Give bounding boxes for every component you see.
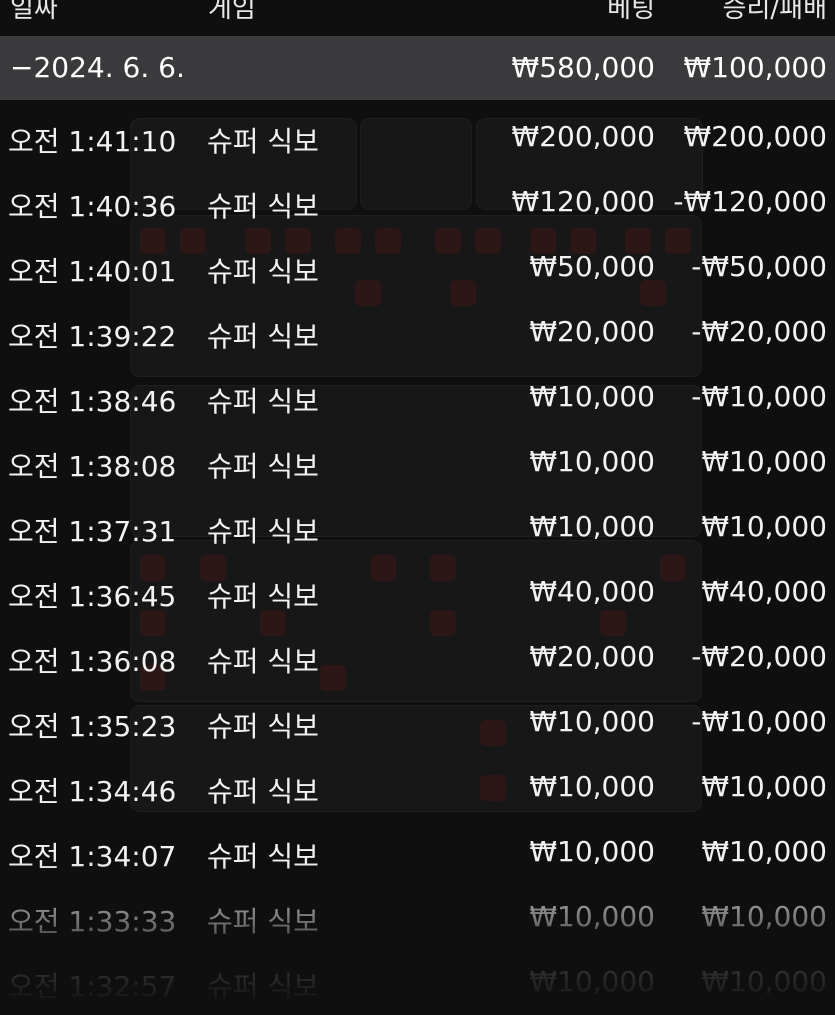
table-row[interactable]: 오전 1:38:08 슈퍼 식보 ₩10,000 ₩10,000 <box>0 430 835 495</box>
row-time: 오전 1:32:57 <box>8 970 177 1003</box>
row-game: 슈퍼 식보 <box>207 125 319 158</box>
table-row[interactable]: 오전 1:38:46 슈퍼 식보 ₩10,000 -₩10,000 <box>0 365 835 430</box>
group-date: −2024. 6. 6. <box>10 51 185 84</box>
row-result: -₩10,000 <box>691 705 827 738</box>
row-game: 슈퍼 식보 <box>207 970 319 1003</box>
table-row[interactable]: 오전 1:39:22 슈퍼 식보 ₩20,000 -₩20,000 <box>0 300 835 365</box>
table-row[interactable]: 오전 1:40:01 슈퍼 식보 ₩50,000 -₩50,000 <box>0 235 835 300</box>
table-row[interactable]: 오전 1:36:45 슈퍼 식보 ₩40,000 ₩40,000 <box>0 560 835 625</box>
row-bet: ₩10,000 <box>529 445 655 478</box>
header-date: 일짜 <box>10 0 58 24</box>
row-result: -₩20,000 <box>691 640 827 673</box>
row-bet: ₩50,000 <box>529 250 655 283</box>
table-row[interactable]: 오전 1:35:23 슈퍼 식보 ₩10,000 -₩10,000 <box>0 690 835 755</box>
table-row[interactable]: 오전 1:36:08 슈퍼 식보 ₩20,000 -₩20,000 <box>0 625 835 690</box>
row-bet: ₩10,000 <box>529 380 655 413</box>
row-time: 오전 1:38:08 <box>8 450 177 483</box>
row-time: 오전 1:41:10 <box>8 125 177 158</box>
row-time: 오전 1:34:07 <box>8 840 177 873</box>
row-result: -₩120,000 <box>673 185 827 218</box>
table-row[interactable]: 오전 1:32:57 슈퍼 식보 ₩10,000 ₩10,000 <box>0 950 835 1015</box>
table-row[interactable]: 오전 1:34:07 슈퍼 식보 ₩10,000 ₩10,000 <box>0 820 835 885</box>
row-bet: ₩200,000 <box>511 120 655 153</box>
table-row[interactable]: 오전 1:37:31 슈퍼 식보 ₩10,000 ₩10,000 <box>0 495 835 560</box>
row-game: 슈퍼 식보 <box>207 385 319 418</box>
row-bet: ₩120,000 <box>511 185 655 218</box>
row-bet: ₩10,000 <box>529 770 655 803</box>
row-result: ₩10,000 <box>701 900 827 933</box>
row-time: 오전 1:37:31 <box>8 515 177 548</box>
header-result: 승리/패배 <box>722 0 827 24</box>
row-game: 슈퍼 식보 <box>207 710 319 743</box>
table-row[interactable]: 오전 1:40:36 슈퍼 식보 ₩120,000 -₩120,000 <box>0 170 835 235</box>
row-bet: ₩10,000 <box>529 900 655 933</box>
table-row[interactable]: 오전 1:33:33 슈퍼 식보 ₩10,000 ₩10,000 <box>0 885 835 950</box>
row-bet: ₩10,000 <box>529 510 655 543</box>
row-game: 슈퍼 식보 <box>207 905 319 938</box>
date-group-row[interactable]: −2024. 6. 6. ₩580,000 ₩100,000 <box>0 36 835 100</box>
row-result: ₩10,000 <box>701 510 827 543</box>
row-result: ₩10,000 <box>701 965 827 998</box>
row-game: 슈퍼 식보 <box>207 450 319 483</box>
row-game: 슈퍼 식보 <box>207 320 319 353</box>
row-bet: ₩20,000 <box>529 315 655 348</box>
group-result-total: ₩100,000 <box>683 51 827 84</box>
row-result: ₩10,000 <box>701 770 827 803</box>
row-time: 오전 1:40:36 <box>8 190 177 223</box>
header-game: 게임 <box>208 0 256 24</box>
row-time: 오전 1:34:46 <box>8 775 177 808</box>
row-time: 오전 1:38:46 <box>8 385 177 418</box>
row-result: -₩10,000 <box>691 380 827 413</box>
row-result: -₩20,000 <box>691 315 827 348</box>
row-game: 슈퍼 식보 <box>207 645 319 678</box>
row-result: -₩50,000 <box>691 250 827 283</box>
row-time: 오전 1:40:01 <box>8 255 177 288</box>
header-bet: 베팅 <box>607 0 655 24</box>
row-game: 슈퍼 식보 <box>207 580 319 613</box>
row-bet: ₩10,000 <box>529 965 655 998</box>
row-result: ₩200,000 <box>683 120 827 153</box>
row-time: 오전 1:35:23 <box>8 710 177 743</box>
row-game: 슈퍼 식보 <box>207 255 319 288</box>
row-result: ₩10,000 <box>701 835 827 868</box>
row-bet: ₩20,000 <box>529 640 655 673</box>
row-game: 슈퍼 식보 <box>207 840 319 873</box>
row-game: 슈퍼 식보 <box>207 775 319 808</box>
row-game: 슈퍼 식보 <box>207 190 319 223</box>
table-header: 일짜 게임 베팅 승리/패배 <box>0 0 835 36</box>
row-time: 오전 1:39:22 <box>8 320 177 353</box>
row-bet: ₩10,000 <box>529 705 655 738</box>
table-row[interactable]: 오전 1:34:46 슈퍼 식보 ₩10,000 ₩10,000 <box>0 755 835 820</box>
row-game: 슈퍼 식보 <box>207 515 319 548</box>
row-bet: ₩40,000 <box>529 575 655 608</box>
row-result: ₩40,000 <box>701 575 827 608</box>
row-time: 오전 1:36:08 <box>8 645 177 678</box>
row-time: 오전 1:33:33 <box>8 905 177 938</box>
group-bet-total: ₩580,000 <box>511 51 655 84</box>
row-time: 오전 1:36:45 <box>8 580 177 613</box>
row-result: ₩10,000 <box>701 445 827 478</box>
table-row[interactable]: 오전 1:41:10 슈퍼 식보 ₩200,000 ₩200,000 <box>0 105 835 170</box>
row-bet: ₩10,000 <box>529 835 655 868</box>
